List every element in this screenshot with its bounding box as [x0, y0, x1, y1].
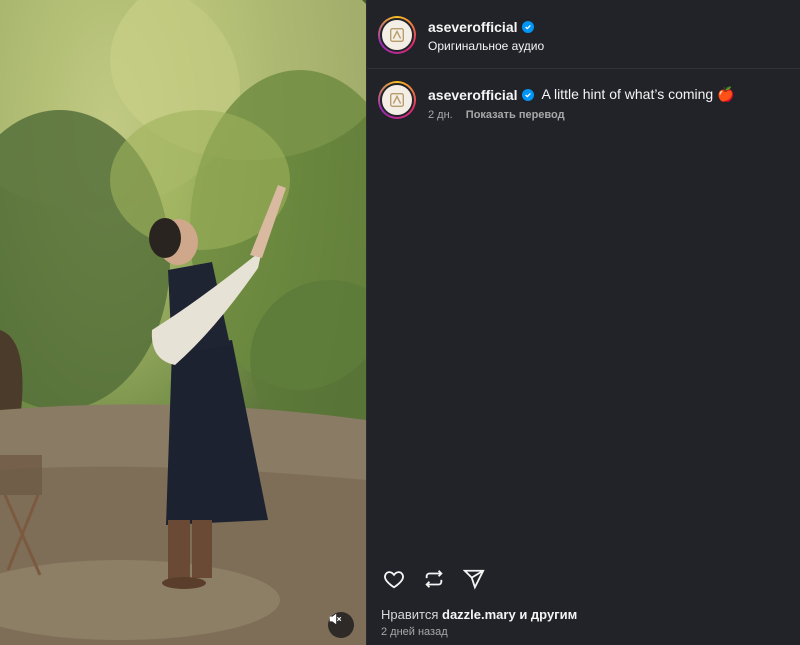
avatar[interactable] — [378, 16, 416, 54]
likes-others-link[interactable]: и другим — [519, 607, 577, 622]
caption-meta: 2 дн. Показать перевод — [428, 109, 565, 121]
speaker-muted-icon[interactable] — [328, 612, 354, 638]
verified-badge-icon — [521, 88, 534, 101]
post-video[interactable] — [0, 0, 366, 645]
caption-line: aseverofficial A little hint of what’s c… — [428, 86, 735, 103]
likes-user-link[interactable]: dazzle.mary — [442, 607, 516, 622]
repost-icon[interactable] — [421, 566, 447, 592]
likes-summary: Нравится dazzle.mary и другим — [381, 607, 577, 622]
audio-link[interactable]: Оригинальное аудио — [428, 39, 544, 53]
likes-prefix: Нравится — [381, 607, 439, 622]
action-bar — [381, 566, 487, 592]
brand-logo-icon — [380, 18, 414, 52]
post-header: aseverofficial Оригинальное аудио — [367, 0, 800, 69]
header-username[interactable]: aseverofficial — [428, 19, 534, 35]
caption-username[interactable]: aseverofficial — [428, 87, 518, 103]
brand-logo-icon — [380, 83, 414, 117]
caption-avatar[interactable] — [378, 81, 416, 119]
post-side-panel: aseverofficial Оригинальное аудио asever… — [366, 0, 800, 645]
post-age[interactable]: 2 дн. — [428, 109, 453, 121]
translate-link[interactable]: Показать перевод — [466, 109, 565, 121]
send-icon[interactable] — [461, 566, 487, 592]
post-timestamp[interactable]: 2 дней назад — [381, 626, 448, 638]
heart-icon[interactable] — [381, 566, 407, 592]
video-frame-illustration — [0, 0, 366, 645]
verified-badge-icon — [521, 21, 534, 33]
caption-text: A little hint of what’s coming 🍎 — [541, 86, 735, 102]
